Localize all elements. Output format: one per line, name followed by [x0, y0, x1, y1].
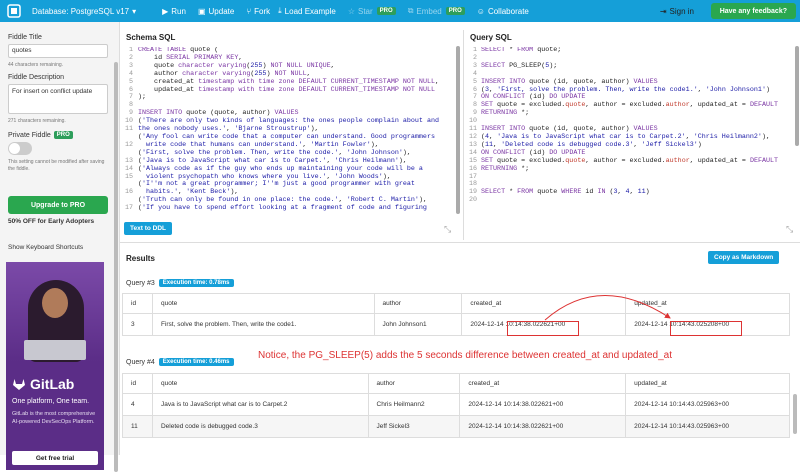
table-row: 4 Java is to JavaScript what car is to C…	[122, 393, 790, 416]
query4-exec-badge: Execution time: 0.46ms	[158, 358, 234, 366]
results-scroll-thumb[interactable]	[793, 394, 797, 434]
cell-updated-at: 2024-12-14 10:14:43.025963+00	[625, 415, 790, 438]
cell-created-at: 2024-12-14 10:14:38.022621+00	[459, 393, 627, 416]
cell-id: 4	[122, 393, 153, 416]
column-header: updated_at	[625, 373, 790, 394]
table-header-row: id quote author created_at updated_at	[122, 373, 790, 394]
cell-quote: Deleted code is debugged code.3	[151, 415, 369, 438]
column-header: quote	[151, 373, 369, 394]
cell-author: Chris Heilmann2	[367, 393, 461, 416]
results-scrollbar[interactable]	[792, 244, 798, 444]
cell-updated-at: 2024-12-14 10:14:43.025963+00	[625, 393, 790, 416]
cell-id: 11	[122, 415, 153, 438]
column-header: author	[367, 373, 461, 394]
query4-label: Query #4	[126, 358, 155, 366]
cell-author: Jeff Sickel3	[367, 415, 461, 438]
table-row: 11 Deleted code is debugged code.3 Jeff …	[122, 415, 790, 438]
query4-header: Query #4 Execution time: 0.46ms	[126, 358, 234, 366]
cell-created-at: 2024-12-14 10:14:38.022621+00	[459, 415, 627, 438]
column-header: created_at	[459, 373, 627, 394]
query4-table: id quote author created_at updated_at 4 …	[122, 373, 790, 438]
column-header: id	[122, 373, 153, 394]
annotation-note: Notice, the PG_SLEEP(5) adds the 5 secon…	[258, 350, 672, 361]
cell-quote: Java is to JavaScript what car is to Car…	[151, 393, 369, 416]
